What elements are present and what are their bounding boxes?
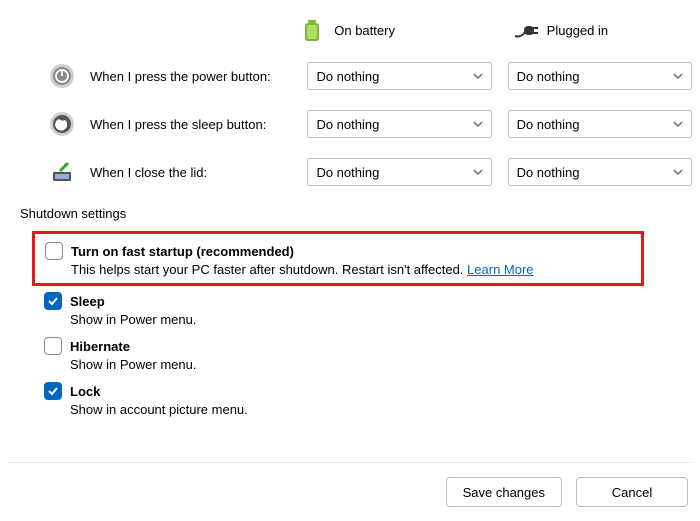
dropdown-power-plugged[interactable]: Do nothing xyxy=(508,62,692,90)
dropdown-sleep-plugged[interactable]: Do nothing xyxy=(508,110,692,138)
checkbox-lock[interactable] xyxy=(44,382,62,400)
chevron-down-icon xyxy=(473,71,483,81)
chevron-down-icon xyxy=(673,119,683,129)
dropdown-value: Do nothing xyxy=(316,165,379,180)
chevron-down-icon xyxy=(673,71,683,81)
power-button-icon xyxy=(48,62,76,90)
cancel-button[interactable]: Cancel xyxy=(576,477,688,507)
section-shutdown-settings: Shutdown settings xyxy=(20,206,692,221)
dropdown-power-battery[interactable]: Do nothing xyxy=(307,62,491,90)
option-desc-fast-startup: This helps start your PC faster after sh… xyxy=(71,262,463,277)
option-title-hibernate: Hibernate xyxy=(70,339,130,354)
checkbox-hibernate[interactable] xyxy=(44,337,62,355)
dropdown-lid-battery[interactable]: Do nothing xyxy=(307,158,491,186)
dropdown-lid-plugged[interactable]: Do nothing xyxy=(508,158,692,186)
plug-icon xyxy=(511,16,539,44)
option-desc-lock: Show in account picture menu. xyxy=(70,402,692,417)
dropdown-value: Do nothing xyxy=(517,117,580,132)
chevron-down-icon xyxy=(673,167,683,177)
checkbox-sleep[interactable] xyxy=(44,292,62,310)
option-title-fast-startup: Turn on fast startup (recommended) xyxy=(71,244,294,259)
row-label-sleep-button: When I press the sleep button: xyxy=(90,117,266,132)
option-desc-hibernate: Show in Power menu. xyxy=(70,357,692,372)
divider xyxy=(8,462,692,463)
row-label-close-lid: When I close the lid: xyxy=(90,165,207,180)
dropdown-value: Do nothing xyxy=(316,117,379,132)
checkbox-fast-startup[interactable] xyxy=(45,242,63,260)
column-header-battery: On battery xyxy=(334,23,395,38)
dropdown-sleep-battery[interactable]: Do nothing xyxy=(307,110,491,138)
learn-more-link[interactable]: Learn More xyxy=(467,262,533,277)
dropdown-value: Do nothing xyxy=(517,69,580,84)
option-title-sleep: Sleep xyxy=(70,294,105,309)
laptop-lid-icon xyxy=(48,158,76,186)
row-label-power-button: When I press the power button: xyxy=(90,69,271,84)
option-title-lock: Lock xyxy=(70,384,100,399)
dropdown-value: Do nothing xyxy=(316,69,379,84)
option-desc-sleep: Show in Power menu. xyxy=(70,312,692,327)
highlight-fast-startup: Turn on fast startup (recommended) This … xyxy=(32,231,644,286)
dropdown-value: Do nothing xyxy=(517,165,580,180)
sleep-button-icon xyxy=(48,110,76,138)
chevron-down-icon xyxy=(473,167,483,177)
column-header-plugged-in: Plugged in xyxy=(547,23,608,38)
battery-icon xyxy=(298,16,326,44)
chevron-down-icon xyxy=(473,119,483,129)
save-changes-button[interactable]: Save changes xyxy=(446,477,562,507)
